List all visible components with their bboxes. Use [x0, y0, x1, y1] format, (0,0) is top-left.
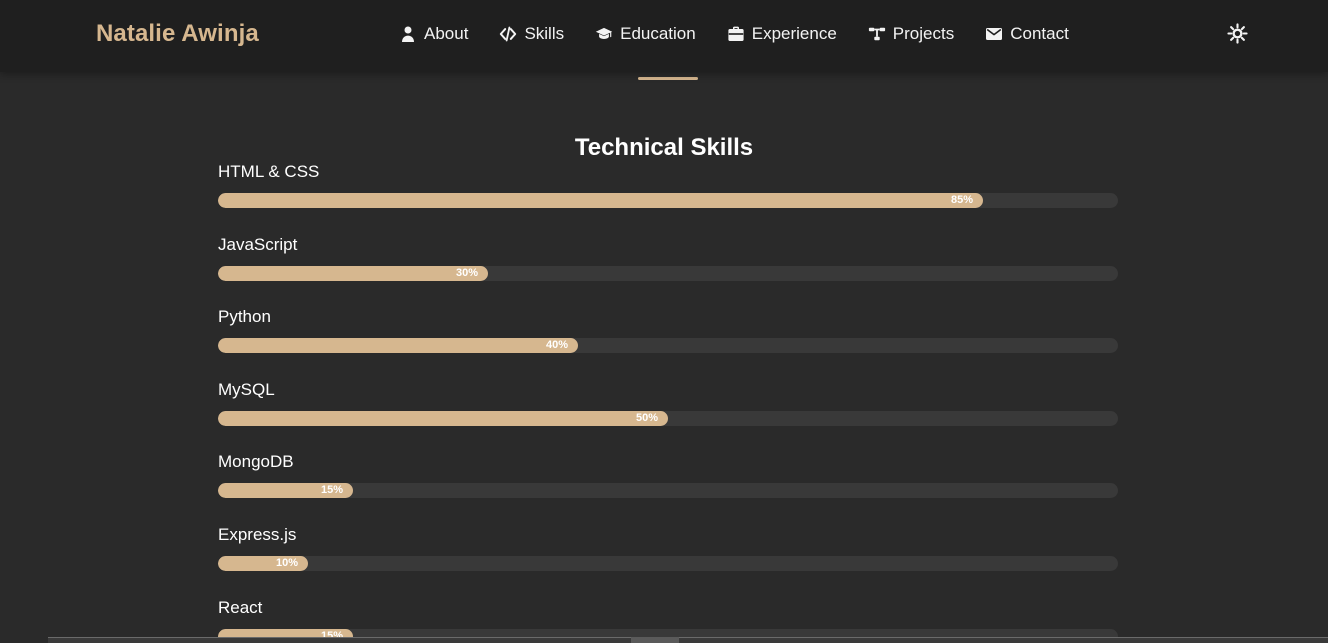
skill-progress-track: 40% [218, 338, 1118, 353]
skill-name: Python [218, 307, 271, 326]
skill-percent-label: 40% [545, 339, 568, 351]
theme-toggle-button[interactable] [1227, 23, 1248, 44]
nav-projects-label: Projects [892, 24, 955, 43]
project-diagram-icon [868, 25, 886, 43]
skill-progress-track: 50% [218, 411, 1118, 426]
skill-percent-label: 30% [455, 267, 478, 279]
skill-item-expressjs: Express.js 10% [218, 523, 1118, 583]
skill-progress-track: 30% [218, 266, 1118, 281]
skill-progress-track: 15% [218, 483, 1118, 498]
skill-item-html-css: HTML & CSS 85% [218, 160, 1118, 220]
briefcase-icon [727, 25, 745, 43]
skill-item-mysql: MySQL 50% [218, 378, 1118, 438]
nav-experience-link[interactable]: Experience [727, 22, 837, 46]
code-icon [499, 25, 517, 43]
nav-projects-link[interactable]: Projects [868, 22, 954, 46]
person-icon [399, 25, 417, 43]
nav-contact-link[interactable]: Contact [985, 22, 1069, 46]
skill-progress-fill: 15% [218, 483, 353, 498]
nav-experience-label: Experience [751, 24, 837, 43]
skill-percent-label: 15% [320, 484, 343, 496]
skill-progress-track: 10% [218, 556, 1118, 571]
skill-name: MongoDB [218, 452, 294, 471]
skill-item-mongodb: MongoDB 15% [218, 450, 1118, 510]
sun-icon [1227, 23, 1248, 44]
nav-about-label: About [424, 24, 469, 43]
graduation-cap-icon [595, 25, 613, 43]
nav-contact-label: Contact [1010, 24, 1069, 43]
skill-progress-track: 85% [218, 193, 1118, 208]
skill-name: MySQL [218, 380, 275, 399]
nav-education-label: Education [620, 24, 696, 43]
horizontal-scrollbar-track[interactable] [48, 637, 1328, 643]
skill-progress-fill: 50% [218, 411, 668, 426]
main-navigation: About Skills Education Experience Projec… [399, 22, 1069, 46]
horizontal-scrollbar-thumb[interactable] [631, 637, 679, 643]
nav-skills-link[interactable]: Skills [499, 22, 564, 46]
skill-name: Express.js [218, 525, 297, 544]
skill-percent-label: 85% [950, 194, 973, 206]
section-accent-line [638, 77, 698, 80]
skill-name: HTML & CSS [218, 162, 320, 181]
skill-progress-fill: 10% [218, 556, 308, 571]
envelope-icon [985, 25, 1003, 43]
site-brand[interactable]: Natalie Awinja [96, 19, 259, 49]
skill-progress-fill: 40% [218, 338, 578, 353]
technical-skills-title: Technical Skills [574, 133, 754, 161]
skill-progress-fill: 30% [218, 266, 488, 281]
nav-skills-label: Skills [524, 24, 565, 43]
top-navigation-bar: Natalie Awinja About Skills Education Ex… [0, 0, 1328, 72]
portfolio-page: Natalie Awinja About Skills Education Ex… [0, 0, 1328, 643]
skill-percent-label: 10% [275, 557, 298, 569]
skill-item-react: React 15% [218, 596, 1118, 643]
nav-about-link[interactable]: About [399, 22, 468, 46]
skill-item-python: Python 40% [218, 305, 1118, 365]
skill-progress-fill: 85% [218, 193, 983, 208]
skill-percent-label: 50% [635, 412, 658, 424]
skill-name: React [218, 598, 263, 617]
skill-name: JavaScript [218, 235, 298, 254]
skill-item-javascript: JavaScript 30% [218, 233, 1118, 293]
nav-education-link[interactable]: Education [595, 22, 696, 46]
